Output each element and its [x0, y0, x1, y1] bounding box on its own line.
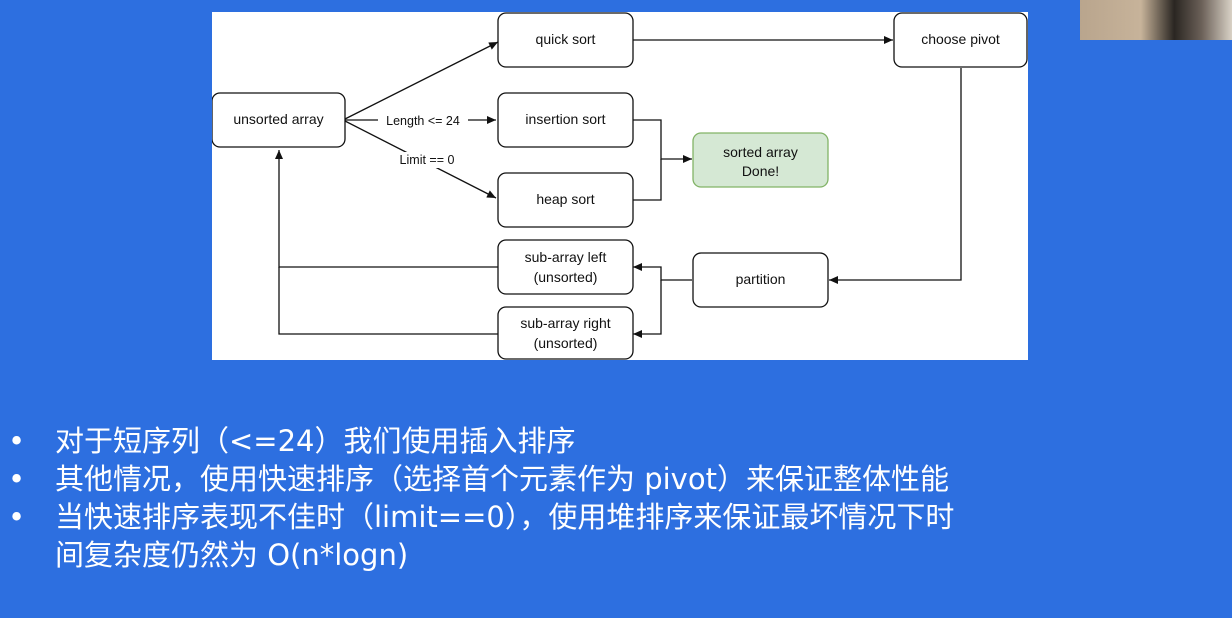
- bullet-item: • 其他情况，使用快速排序（选择首个元素作为 pivot）来保证整体性能: [0, 460, 1232, 498]
- svg-text:partition: partition: [736, 271, 786, 287]
- node-sub-array-left-label: sub-array left: [525, 249, 607, 265]
- svg-text:sub-array right: sub-array right: [520, 315, 610, 331]
- svg-text:Done!: Done!: [742, 163, 779, 179]
- node-sub-array-right-label: sub-array right: [520, 315, 610, 331]
- node-sub-array-left-sublabel: (unsorted): [534, 269, 598, 285]
- bullet-text-continued: 间复杂度仍然为 O(n*logn): [55, 538, 409, 572]
- edge-pivot-to-partition: [829, 68, 962, 284]
- node-insertion-sort: insertion sort: [497, 92, 634, 148]
- flowchart-panel: Length <= 24 Limit == 0 unsorted array q…: [212, 12, 1028, 360]
- node-heap-sort-label: heap sort: [536, 191, 594, 207]
- flowchart: Length <= 24 Limit == 0 unsorted array q…: [212, 12, 1028, 360]
- node-sub-array-right: sub-array right (unsorted): [497, 306, 634, 360]
- node-unsorted-array: unsorted array: [212, 92, 346, 148]
- bullet-dot: •: [8, 424, 26, 458]
- node-insertion-sort-label: insertion sort: [525, 111, 605, 127]
- node-choose-pivot: choose pivot: [893, 12, 1028, 68]
- node-sorted-array-done: sorted array Done!: [692, 132, 829, 188]
- edge-label-length: Length <= 24: [378, 112, 468, 128]
- node-sorted-array-label: sorted array: [723, 144, 798, 160]
- svg-text:(unsorted): (unsorted): [534, 269, 598, 285]
- edge-partition-to-subright: [633, 280, 662, 338]
- bullet-text: 其他情况，使用快速排序（选择首个元素作为 pivot）来保证整体性能: [55, 462, 949, 496]
- webcam-thumbnail: [1080, 0, 1232, 40]
- svg-text:quick sort: quick sort: [536, 31, 596, 47]
- node-unsorted-array-label: unsorted array: [233, 111, 323, 127]
- edge-label-limit: Limit == 0: [392, 152, 462, 168]
- bullet-item: • 当快速排序表现不佳时（limit==0），使用堆排序来保证最坏情况下时 间复…: [0, 498, 1232, 574]
- svg-text:(unsorted): (unsorted): [534, 335, 598, 351]
- bullet-list: • 对于短序列（<=24）我们使用插入排序 • 其他情况，使用快速排序（选择首个…: [0, 422, 1232, 574]
- bullet-item: • 对于短序列（<=24）我们使用插入排序: [0, 422, 1232, 460]
- node-choose-pivot-label: choose pivot: [921, 31, 1000, 47]
- node-quick-sort-label: quick sort: [536, 31, 596, 47]
- edge-partition-to-subleft: [633, 263, 692, 281]
- svg-text:sorted array: sorted array: [723, 144, 798, 160]
- svg-text:sub-array left: sub-array left: [525, 249, 607, 265]
- edge-label-length-text: Length <= 24: [386, 114, 460, 128]
- bullet-dot: •: [8, 462, 26, 496]
- bullet-text: 当快速排序表现不佳时（limit==0），使用堆排序来保证最坏情况下时: [55, 500, 955, 534]
- bullet-dot: •: [8, 500, 26, 534]
- edge-subleft-to-unsorted: [275, 150, 498, 268]
- svg-text:unsorted array: unsorted array: [233, 111, 323, 127]
- edge-insertion-to-done: [633, 119, 692, 163]
- edge-subright-to-unsorted: [278, 267, 498, 335]
- node-heap-sort: heap sort: [497, 172, 634, 228]
- edge-heap-to-done: [633, 159, 662, 201]
- svg-text:choose pivot: choose pivot: [921, 31, 1000, 47]
- node-partition: partition: [692, 252, 829, 308]
- node-sub-array-left: sub-array left (unsorted): [497, 239, 634, 295]
- bullet-text: 对于短序列（<=24）我们使用插入排序: [55, 424, 576, 458]
- svg-text:insertion sort: insertion sort: [525, 111, 605, 127]
- node-partition-label: partition: [736, 271, 786, 287]
- node-sub-array-right-sublabel: (unsorted): [534, 335, 598, 351]
- node-quick-sort: quick sort: [497, 12, 634, 68]
- node-done-label: Done!: [742, 163, 779, 179]
- svg-text:heap sort: heap sort: [536, 191, 594, 207]
- edge-unsorted-to-quick: [344, 41, 499, 120]
- edge-label-limit-text: Limit == 0: [400, 153, 455, 167]
